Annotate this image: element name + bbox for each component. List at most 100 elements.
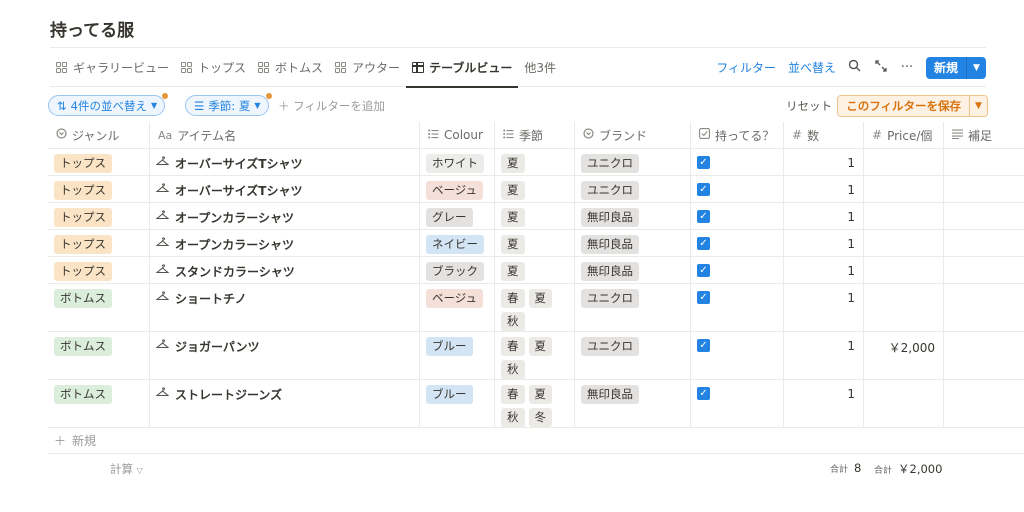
cell-brand[interactable]: ユニクロ [575,332,691,379]
item-name[interactable]: ジョガーパンツ [175,338,259,355]
cell-note[interactable] [944,149,1024,175]
column-header-note[interactable]: 補足 [944,122,1024,148]
add-filter-button[interactable]: ＋ フィルターを追加 [278,98,385,114]
column-header-count[interactable]: # 数 [784,122,864,148]
season-filter-chip[interactable]: ☰ 季節: 夏 ▼ [185,93,272,116]
cell-owned[interactable]: ✓ [691,203,784,229]
cell-price[interactable]: ￥2,000 [864,332,944,379]
cell-count[interactable]: 1 [784,380,864,427]
owned-checkbox[interactable]: ✓ [697,210,710,223]
cell-note[interactable] [944,284,1024,331]
price-sum[interactable]: 合計 ￥2,000 [874,461,942,477]
cell-count[interactable]: 1 [784,176,864,202]
cell-season[interactable]: 夏 [495,230,575,256]
owned-checkbox[interactable]: ✓ [697,156,710,169]
table-row[interactable]: ボトムス ストレートジーンズ ブルー春夏秋冬無印良品 ✓ 1 [48,380,1024,428]
reset-button[interactable]: リセット [786,98,832,114]
cell-owned[interactable]: ✓ [691,230,784,256]
cell-owned[interactable]: ✓ [691,380,784,427]
cell-count[interactable]: 1 [784,149,864,175]
cell-note[interactable] [944,257,1024,283]
cell-count[interactable]: 1 [784,203,864,229]
count-sum[interactable]: 合計 8 [830,461,861,475]
cell-note[interactable] [944,332,1024,379]
item-name[interactable]: ショートチノ [175,290,247,307]
column-header-owned[interactable]: 持ってる？ [691,122,784,148]
cell-season[interactable]: 夏 [495,176,575,202]
cell-price[interactable] [864,230,944,256]
cell-colour[interactable]: ホワイト [420,149,495,175]
cell-name[interactable]: ショートチノ [150,284,420,331]
column-header-season[interactable]: 季節 [495,122,575,148]
cell-colour[interactable]: グレー [420,203,495,229]
table-row[interactable]: ボトムス ジョガーパンツ ブルー春夏秋ユニクロ ✓ 1 ￥2,000 [48,332,1024,380]
cell-season[interactable]: 春夏秋 [495,284,575,331]
cell-colour[interactable]: ブルー [420,380,495,427]
column-header-brand[interactable]: ブランド [575,122,691,148]
save-filter-label[interactable]: このフィルターを保存 [838,96,969,116]
cell-price[interactable] [864,380,944,427]
item-name[interactable]: オープンカラーシャツ [175,236,294,253]
cell-colour[interactable]: ベージュ [420,284,495,331]
cell-name[interactable]: オープンカラーシャツ [150,203,420,229]
filter-button[interactable]: フィルター [716,59,776,76]
save-filter-button[interactable]: このフィルターを保存 ▼ [837,95,988,117]
cell-owned[interactable]: ✓ [691,257,784,283]
tab-0[interactable]: ギャラリービュー [50,48,175,87]
cell-price[interactable] [864,203,944,229]
cell-brand[interactable]: ユニクロ [575,176,691,202]
tab-2[interactable]: ボトムス [252,48,329,87]
cell-genre[interactable]: ボトムス [48,380,150,427]
cell-count[interactable]: 1 [784,332,864,379]
add-row-button[interactable]: ＋ 新規 [48,428,1024,454]
cell-brand[interactable]: ユニクロ [575,284,691,331]
cell-name[interactable]: スタンドカラーシャツ [150,257,420,283]
cell-colour[interactable]: ベージュ [420,176,495,202]
cell-note[interactable] [944,176,1024,202]
tab-3[interactable]: アウター [329,48,406,87]
cell-owned[interactable]: ✓ [691,332,784,379]
table-row[interactable]: トップス オープンカラーシャツ グレー 夏 無印良品 ✓ 1 [48,203,1024,230]
cell-count[interactable]: 1 [784,257,864,283]
chevron-down-icon[interactable]: ▼ [969,96,987,116]
cell-name[interactable]: ジョガーパンツ [150,332,420,379]
table-row[interactable]: ボトムス ショートチノ ベージュ春夏秋ユニクロ ✓ 1 [48,284,1024,332]
cell-owned[interactable]: ✓ [691,284,784,331]
cell-name[interactable]: オーバーサイズTシャツ [150,149,420,175]
cell-count[interactable]: 1 [784,284,864,331]
cell-owned[interactable]: ✓ [691,176,784,202]
cell-name[interactable]: オープンカラーシャツ [150,230,420,256]
owned-checkbox[interactable]: ✓ [697,264,710,277]
cell-brand[interactable]: 無印良品 [575,203,691,229]
cell-price[interactable] [864,257,944,283]
cell-brand[interactable]: ユニクロ [575,149,691,175]
cell-note[interactable] [944,380,1024,427]
cell-note[interactable] [944,230,1024,256]
cell-brand[interactable]: 無印良品 [575,257,691,283]
cell-genre[interactable]: ボトムス [48,284,150,331]
cell-colour[interactable]: ネイビー [420,230,495,256]
cell-name[interactable]: ストレートジーンズ [150,380,420,427]
item-name[interactable]: オープンカラーシャツ [175,209,294,226]
cell-season[interactable]: 夏 [495,203,575,229]
calculate-button[interactable]: 計算 ▽ [110,461,143,477]
cell-genre[interactable]: ボトムス [48,332,150,379]
item-name[interactable]: スタンドカラーシャツ [175,263,295,280]
new-button-label[interactable]: 新規 [925,56,966,79]
cell-genre[interactable]: トップス [48,230,150,256]
cell-season[interactable]: 夏 [495,149,575,175]
table-row[interactable]: トップス オーバーサイズTシャツ ベージュ夏 ユニクロ ✓ 1 [48,176,1024,203]
chevron-down-icon[interactable]: ▼ [966,56,986,79]
owned-checkbox[interactable]: ✓ [697,387,710,400]
item-name[interactable]: オーバーサイズTシャツ [175,182,302,199]
expand-icon[interactable] [874,59,888,76]
cell-genre[interactable]: トップス [48,176,150,202]
cell-genre[interactable]: トップス [48,149,150,175]
cell-colour[interactable]: ブルー [420,332,495,379]
column-header-genre[interactable]: ジャンル [48,122,150,148]
new-button[interactable]: 新規 ▼ [925,56,986,79]
column-header-price[interactable]: # Price/個 [864,122,944,148]
cell-price[interactable] [864,284,944,331]
owned-checkbox[interactable]: ✓ [697,339,710,352]
cell-genre[interactable]: トップス [48,203,150,229]
